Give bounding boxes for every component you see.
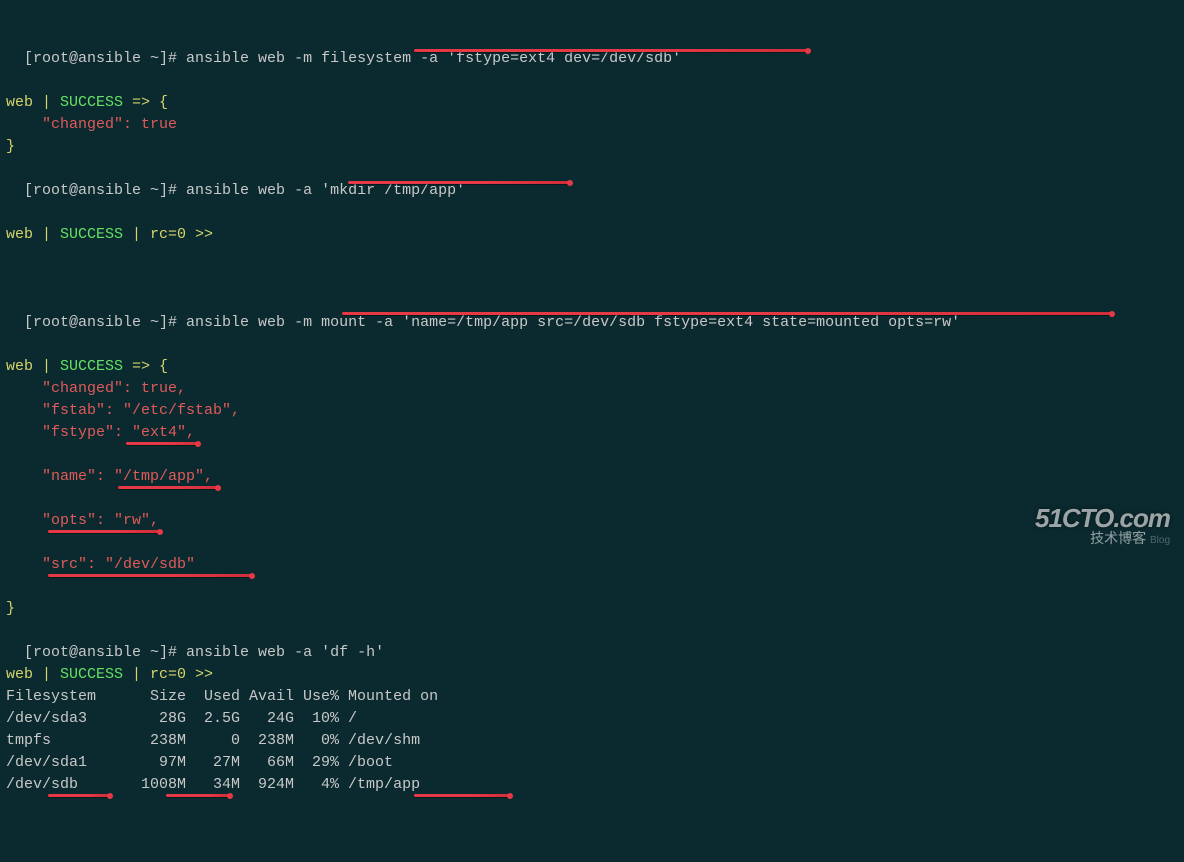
host-label: web <box>6 94 33 111</box>
annotation-underline <box>48 530 160 533</box>
annotation-underline <box>126 442 198 445</box>
json-close-1: } <box>6 136 1178 158</box>
host-label: web <box>6 358 33 375</box>
annotation-underline <box>166 794 230 797</box>
watermark-logo: 51CTO.com <box>1035 507 1170 529</box>
command-mkdir: ansible web -a 'mkdir /tmp/app' <box>186 182 465 199</box>
status-success: SUCCESS <box>60 226 123 243</box>
annotation-underline <box>342 312 1112 315</box>
annotation-underline <box>48 574 252 577</box>
df-row: /dev/sda1 97M 27M 66M 29% /boot <box>6 752 1178 774</box>
shell-prompt: [root@ansible ~]# <box>24 182 186 199</box>
df-row: /dev/sda3 28G 2.5G 24G 10% / <box>6 708 1178 730</box>
command-filesystem: ansible web -m filesystem -a 'fstype=ext… <box>186 50 681 67</box>
command-df: ansible web -a 'df -h' <box>186 644 384 661</box>
result-head-4: web | SUCCESS | rc=0 >> <box>6 664 1178 686</box>
result-head-3: web | SUCCESS => { <box>6 356 1178 378</box>
df-header: Filesystem Size Used Avail Use% Mounted … <box>6 686 1178 708</box>
json-fstype: "fstype": "ext4", <box>6 422 1178 466</box>
json-changed-3: "changed": true, <box>6 378 1178 400</box>
blank-line <box>6 268 1178 290</box>
prompt-line-3: [root@ansible ~]# ansible web -m mount -… <box>6 290 1178 356</box>
annotation-underline <box>414 794 510 797</box>
annotation-underline <box>48 794 110 797</box>
host-label: web <box>6 226 33 243</box>
status-success: SUCCESS <box>60 94 123 111</box>
shell-prompt: [root@ansible ~]# <box>24 644 186 661</box>
json-opts: "opts": "rw", <box>6 510 1178 554</box>
json-fstab: "fstab": "/etc/fstab", <box>6 400 1178 422</box>
watermark: 51CTO.com 技术博客 Blog <box>1035 507 1170 552</box>
command-mount: ansible web -m mount -a 'name=/tmp/app s… <box>186 314 960 331</box>
status-success: SUCCESS <box>60 666 123 683</box>
json-changed-1: "changed": true <box>6 114 1178 136</box>
prompt-line-4: [root@ansible ~]# ansible web -a 'df -h' <box>6 620 1178 664</box>
prompt-line-1: [root@ansible ~]# ansible web -m filesys… <box>6 26 1178 92</box>
partial-previous-output <box>6 4 1178 26</box>
result-head-2: web | SUCCESS | rc=0 >> <box>6 224 1178 246</box>
json-name: "name": "/tmp/app", <box>6 466 1178 510</box>
host-label: web <box>6 666 33 683</box>
result-head-1: web | SUCCESS => { <box>6 92 1178 114</box>
annotation-underline <box>118 486 218 489</box>
json-src: "src": "/dev/sdb" <box>6 554 1178 598</box>
annotation-underline <box>414 49 808 52</box>
prompt-line-2: [root@ansible ~]# ansible web -a 'mkdir … <box>6 158 1178 224</box>
annotation-underline <box>348 181 570 184</box>
shell-prompt: [root@ansible ~]# <box>24 50 186 67</box>
json-close-3: } <box>6 598 1178 620</box>
status-success: SUCCESS <box>60 358 123 375</box>
df-row: /dev/sdb 1008M 34M 924M 4% /tmp/app <box>6 774 1178 862</box>
df-row: tmpfs 238M 0 238M 0% /dev/shm <box>6 730 1178 752</box>
shell-prompt: [root@ansible ~]# <box>24 314 186 331</box>
blank-line <box>6 246 1178 268</box>
